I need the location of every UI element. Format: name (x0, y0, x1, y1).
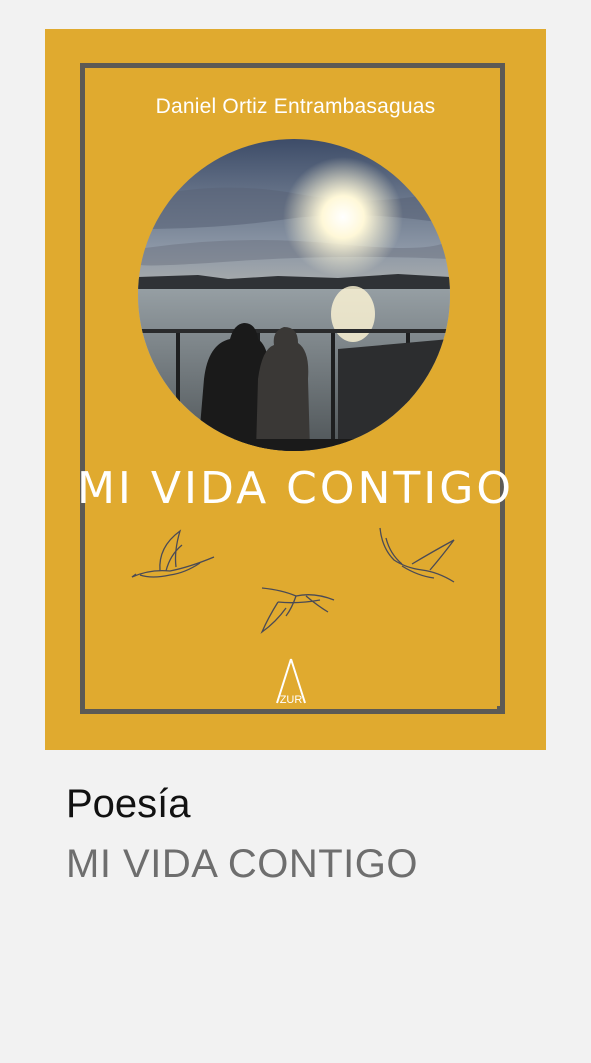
publisher-logo: ZUR (276, 658, 306, 706)
publisher-mark: ZUR (280, 694, 303, 706)
cover-author: Daniel Ortiz Entrambasaguas (155, 95, 436, 118)
book-cover[interactable]: Daniel Ortiz Entrambasaguas MI VIDA CONT… (45, 29, 546, 750)
couple-at-sunset-photo (138, 139, 450, 451)
book-title-caption[interactable]: MI VIDA CONTIGO (66, 842, 418, 887)
seagull-icon (379, 527, 455, 583)
frame-corner (497, 706, 505, 714)
book-card[interactable]: Daniel Ortiz Entrambasaguas MI VIDA CONT… (0, 0, 591, 1063)
book-category: Poesía (66, 782, 191, 826)
cover-title: MI VIDA CONTIGO (76, 463, 515, 514)
seagull-icon (260, 587, 335, 634)
seagull-icon (131, 529, 215, 578)
